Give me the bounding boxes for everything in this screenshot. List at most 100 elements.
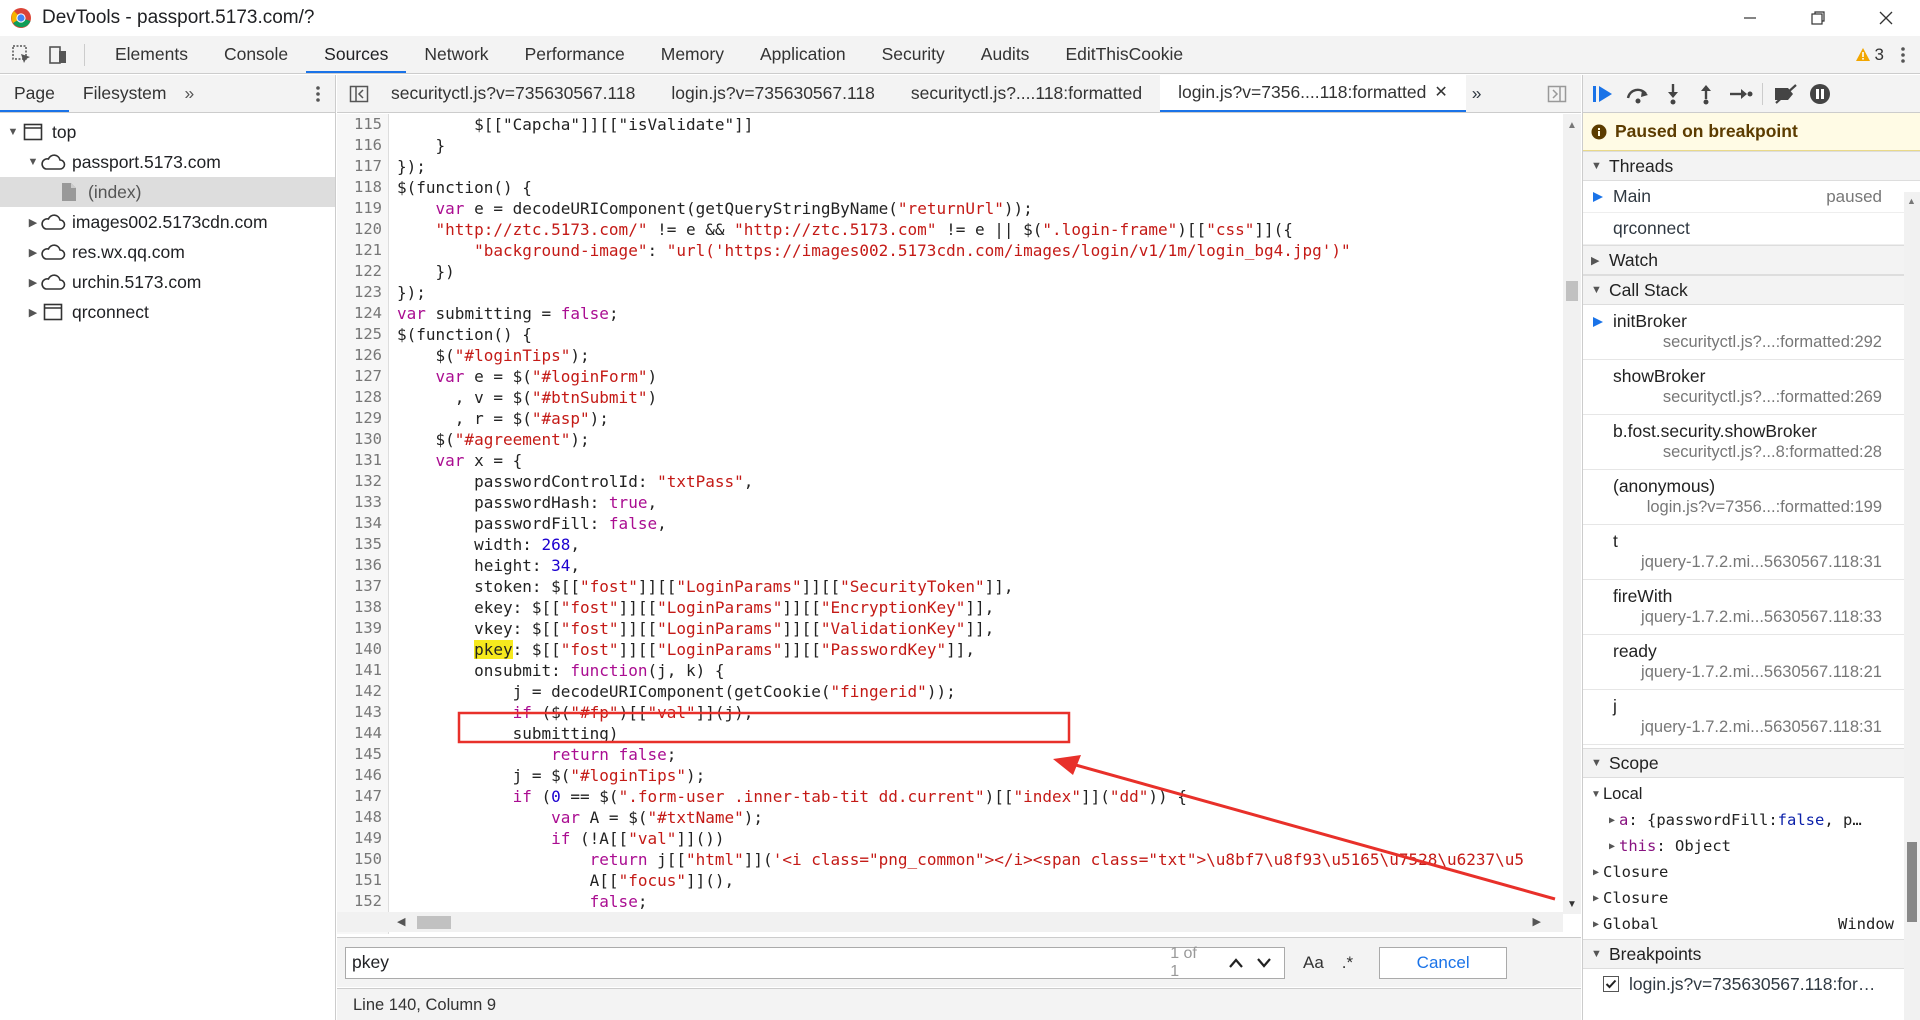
step-over-icon [1626,88,1648,103]
scope-var-this[interactable]: ▶ this: Object [1589,833,1920,859]
cloud-icon [40,273,66,291]
call-frame[interactable]: initBroker securityctl.js?...:formatted:2… [1583,305,1920,360]
call-frame[interactable]: j jquery-1.7.2.mi...5630567.118:31 [1583,690,1920,745]
tree-label: images002.5173cdn.com [72,211,268,232]
resume-button[interactable] [1591,83,1615,105]
file-tab-login-formatted[interactable]: login.js?v=7356....118:formatted ✕ [1160,75,1466,112]
main-tab-bar: Elements Console Sources Network Performance… [0,36,1920,74]
customize-menu-button[interactable] [1900,45,1906,65]
toggle-navigator-button[interactable] [345,80,373,108]
file-tab-securityctl-formatted[interactable]: securityctl.js?....118:formatted [893,75,1160,112]
toggle-debugger-button[interactable] [1543,80,1571,108]
frame-location[interactable]: jquery-1.7.2.mi...5630567.118:31 [1641,718,1882,737]
watch-section-header[interactable]: ▶ Watch [1583,245,1920,275]
inspect-element-button[interactable] [8,41,36,69]
code-view[interactable]: 115 116 117 118 119 120 121 122 123 124 125 126 127 1… [337,114,1563,934]
nav-tab-page[interactable]: Page [0,75,69,112]
collapsed-arrow-icon: ▶ [28,306,38,319]
cloud-icon [40,213,66,231]
search-prev-button[interactable] [1222,949,1250,977]
nav-more-tabs-button[interactable]: » [185,83,195,104]
tree-item-index[interactable]: (index) [0,177,335,207]
call-frame[interactable]: fireWith jquery-1.7.2.mi...5630567.118:33 [1583,580,1920,635]
deactivate-breakpoints-button[interactable] [1772,83,1800,105]
call-frame[interactable]: (anonymous) login.js?v=7356...:formatted:… [1583,470,1920,525]
warnings-counter[interactable]: 3 [1855,45,1884,65]
step-over-button[interactable] [1624,83,1652,105]
thread-qrconnect[interactable]: qrconnect [1583,213,1920,245]
main-tab-elements[interactable]: Elements [97,36,206,73]
main-tab-application[interactable]: Application [742,36,864,73]
thread-main[interactable]: Main paused [1583,181,1920,213]
search-match-count: 1 of 1 [1170,944,1197,980]
match-case-toggle[interactable]: Aa [1303,953,1324,973]
frame-location[interactable]: jquery-1.7.2.mi...5630567.118:21 [1641,663,1882,682]
restore-button[interactable] [1784,0,1852,35]
search-cancel-button[interactable]: Cancel [1379,946,1508,979]
call-frame[interactable]: showBroker securityctl.js?...:formatted:2… [1583,360,1920,415]
tree-item-origin[interactable]: ▶ images002.5173cdn.com [0,207,335,237]
frame-location[interactable]: securityctl.js?...8:formatted:28 [1663,443,1882,462]
minimize-button[interactable] [1716,0,1784,35]
search-next-button[interactable] [1250,949,1278,977]
tree-item-qrconnect[interactable]: ▶ qrconnect [0,297,335,327]
cursor-position-status: Line 140, Column 9 [337,988,1581,1020]
code-vertical-scrollbar[interactable]: ▲ ▼ [1563,114,1581,914]
frame-location[interactable]: securityctl.js?...:formatted:292 [1663,333,1882,352]
main-tab-editthiscookie[interactable]: EditThisCookie [1047,36,1201,73]
call-frame[interactable]: t jquery-1.7.2.mi...5630567.118:31 [1583,525,1920,580]
step-button[interactable] [1727,83,1753,105]
more-file-tabs-button[interactable]: » [1472,83,1482,104]
tree-item-top[interactable]: ▼ top [0,117,335,147]
frame-location[interactable]: jquery-1.7.2.mi...5630567.118:33 [1641,608,1882,627]
nav-tab-filesystem[interactable]: Filesystem [69,75,181,112]
main-tab-security[interactable]: Security [864,36,963,73]
frame-location[interactable]: securityctl.js?...:formatted:269 [1663,388,1882,407]
frame-name: j [1613,696,1617,716]
code-horizontal-scrollbar[interactable]: ◀ ▶ [337,912,1563,932]
call-frame[interactable]: b.fost.security.showBroker securityctl.js… [1583,415,1920,470]
breakpoint-item[interactable]: login.js?v=735630567.118:for… [1583,969,1920,999]
breakpoints-section-header[interactable]: ▼ Breakpoints [1583,939,1920,969]
scope-closure[interactable]: ▶ Closure [1589,859,1920,885]
device-mode-icon [49,45,66,64]
nav-menu-button[interactable] [315,84,321,104]
pause-on-exceptions-button[interactable] [1809,83,1831,105]
step-out-button[interactable] [1694,83,1718,105]
close-window-button[interactable] [1852,0,1920,35]
checkmark-icon [1605,979,1617,989]
device-toolbar-button[interactable] [44,41,72,69]
kebab-menu-icon [316,85,320,102]
debugger-scrollbar[interactable]: ▲ [1904,192,1920,1020]
callstack-section-header[interactable]: ▼ Call Stack [1583,275,1920,305]
scope-local[interactable]: ▼ Local [1589,781,1920,807]
close-tab-icon[interactable]: ✕ [1434,74,1447,111]
main-tab-network[interactable]: Network [406,36,506,73]
main-tab-performance[interactable]: Performance [507,36,643,73]
scope-section-header[interactable]: ▼ Scope [1583,748,1920,778]
scrollbar-thumb[interactable] [1907,842,1917,922]
main-tab-memory[interactable]: Memory [643,36,742,73]
scope-closure[interactable]: ▶ Closure [1589,885,1920,911]
search-input[interactable] [352,952,1171,973]
call-frame[interactable]: ready jquery-1.7.2.mi...5630567.118:21 [1583,635,1920,690]
threads-section-header[interactable]: ▼ Threads [1583,151,1920,181]
frame-name: initBroker [1613,311,1687,331]
main-tab-console[interactable]: Console [206,36,306,73]
scrollbar-thumb[interactable] [1566,281,1578,301]
tree-item-origin[interactable]: ▶ urchin.5173.com [0,267,335,297]
scope-var-a[interactable]: ▶ a: {passwordFill: false, p… [1589,807,1920,833]
file-tab-securityctl[interactable]: securityctl.js?v=735630567.118 [373,75,653,112]
tree-item-origin[interactable]: ▶ res.wx.qq.com [0,237,335,267]
regex-toggle[interactable]: .* [1342,953,1353,973]
scrollbar-thumb[interactable] [417,916,451,929]
breakpoint-checkbox[interactable] [1603,976,1619,992]
frame-location[interactable]: login.js?v=7356...:formatted:199 [1647,498,1882,517]
scope-global[interactable]: ▶ Global Window [1589,911,1920,937]
tree-item-origin[interactable]: ▼ passport.5173.com [0,147,335,177]
main-tab-audits[interactable]: Audits [963,36,1048,73]
file-tab-login[interactable]: login.js?v=735630567.118 [653,75,893,112]
step-into-button[interactable] [1661,83,1685,105]
main-tab-sources[interactable]: Sources [306,36,407,73]
frame-location[interactable]: jquery-1.7.2.mi...5630567.118:31 [1641,553,1882,572]
